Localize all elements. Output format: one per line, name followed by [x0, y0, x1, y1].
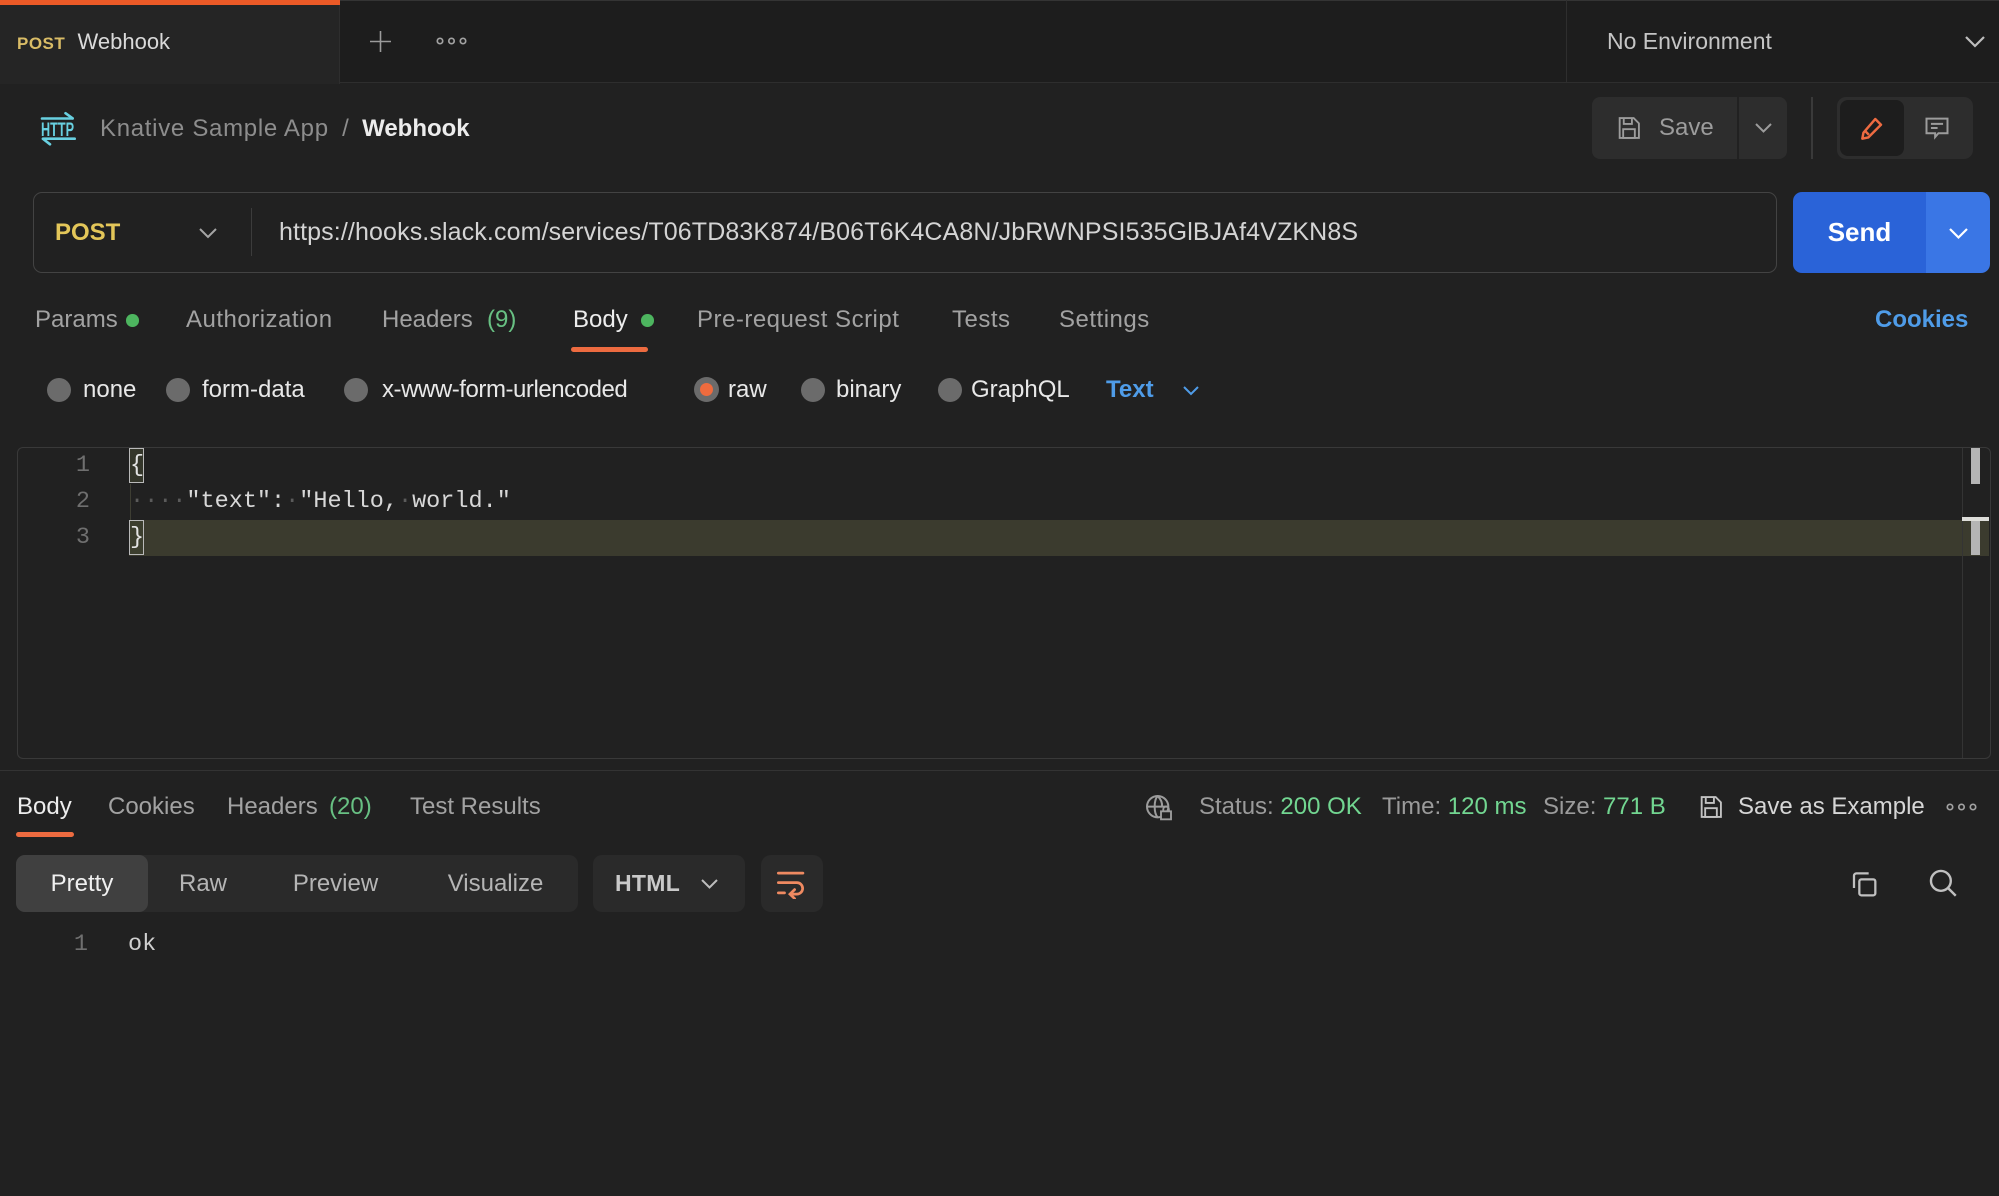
svg-text:HTTP: HTTP — [41, 120, 74, 141]
